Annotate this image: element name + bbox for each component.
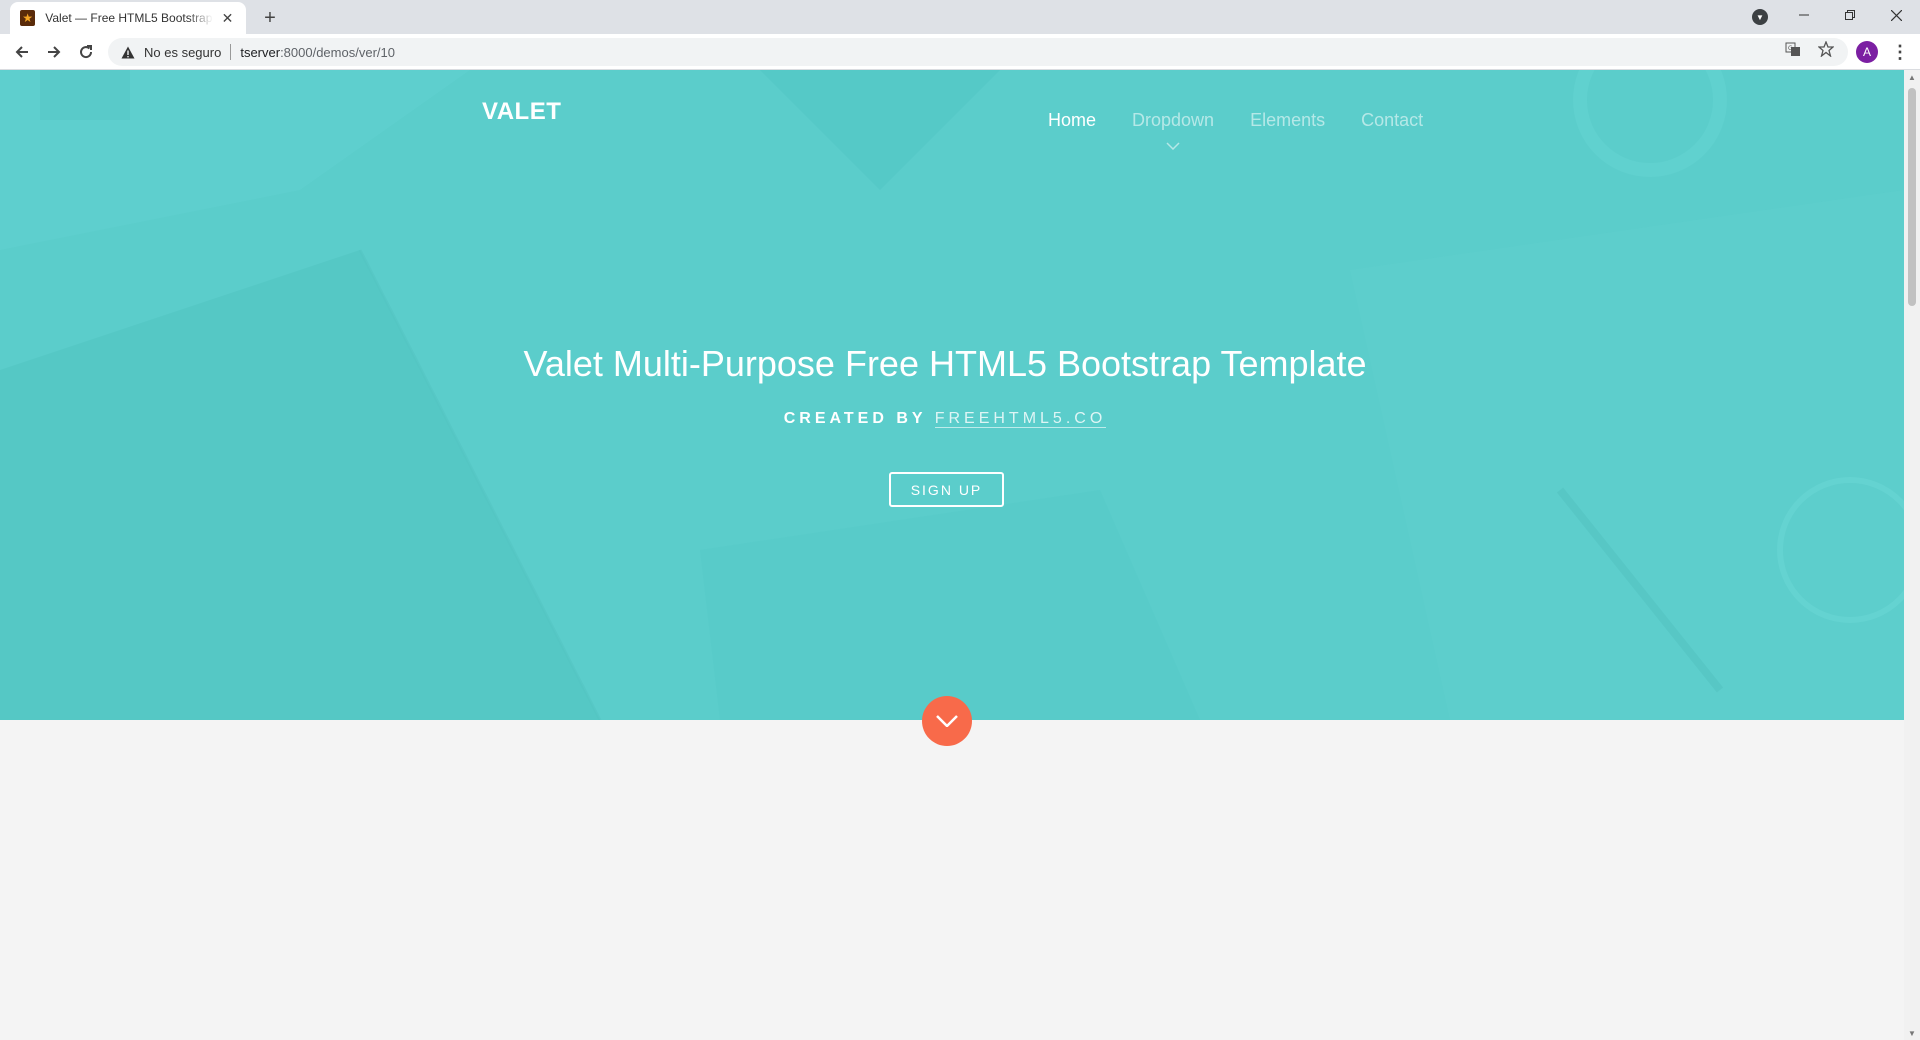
tab-strip: ★ Valet — Free HTML5 Bootstrap Template … <box>0 0 1920 34</box>
forward-icon[interactable] <box>42 40 66 64</box>
menu-icon[interactable]: ⋮ <box>1890 40 1910 64</box>
chevron-down-icon <box>1166 134 1180 155</box>
new-tab-button[interactable]: + <box>258 6 282 30</box>
profile-avatar[interactable]: A <box>1856 41 1878 63</box>
scroll-thumb[interactable] <box>1908 88 1916 306</box>
nav-item-home[interactable]: Home <box>1048 110 1096 131</box>
scroll-down-button[interactable] <box>922 696 972 746</box>
restore-icon[interactable] <box>1830 0 1870 30</box>
browser-tab[interactable]: ★ Valet — Free HTML5 Bootstrap Template … <box>10 2 246 34</box>
nav-item-elements[interactable]: Elements <box>1250 110 1325 131</box>
site-logo[interactable]: VALET <box>482 98 561 126</box>
back-icon[interactable] <box>10 40 34 64</box>
bookmark-star-icon[interactable] <box>1817 40 1835 58</box>
security-label[interactable]: No es seguro <box>144 45 221 60</box>
sign-up-button[interactable]: SIGN UP <box>889 472 1004 507</box>
freehtml5-link[interactable]: FREEHTML5.CO <box>934 410 1107 428</box>
svg-text:G: G <box>1788 45 1793 52</box>
page-viewport: VALET Home Dropdown Elements Contact Val… <box>0 70 1904 1040</box>
translate-icon[interactable]: G <box>1784 40 1802 58</box>
favicon-icon: ★ <box>20 10 36 26</box>
page-scrollbar[interactable]: ▲ ▼ <box>1904 70 1920 1040</box>
browser-toolbar: No es seguro tserver :8000/demos/ver/10 … <box>0 34 1920 70</box>
main-nav: Home Dropdown Elements Contact <box>1030 110 1441 151</box>
tab-close-icon[interactable]: ✕ <box>219 9 236 27</box>
nav-item-dropdown[interactable]: Dropdown <box>1132 110 1215 151</box>
scroll-up-icon[interactable]: ▲ <box>1904 70 1920 84</box>
hero-section: VALET Home Dropdown Elements Contact Val… <box>0 70 1904 720</box>
scroll-down-icon[interactable]: ▼ <box>1904 1026 1920 1040</box>
address-bar[interactable]: No es seguro tserver :8000/demos/ver/10 <box>108 38 1848 66</box>
hero-title: Valet Multi-Purpose Free HTML5 Bootstrap… <box>523 343 1367 384</box>
url-path: :8000/demos/ver/10 <box>280 44 395 60</box>
reload-icon[interactable] <box>74 40 98 64</box>
close-window-icon[interactable] <box>1876 0 1916 30</box>
hero-subtitle: CREATED BY FREEHTML5.CO <box>0 410 1890 428</box>
nav-item-dropdown-label: Dropdown <box>1132 110 1215 130</box>
omnibox-divider <box>230 44 232 60</box>
nav-item-contact[interactable]: Contact <box>1361 110 1423 131</box>
tab-title: Valet — Free HTML5 Bootstrap Template <box>45 11 213 25</box>
minimize-icon[interactable] <box>1784 0 1824 30</box>
warning-icon[interactable] <box>120 44 136 60</box>
tab-search-icon[interactable]: ▼ <box>1752 9 1768 25</box>
hero-background-image <box>0 70 1904 720</box>
chevron-down-icon <box>936 715 958 727</box>
hero-subtitle-prefix: CREATED BY <box>783 410 927 427</box>
url-host: tserver <box>240 44 281 60</box>
